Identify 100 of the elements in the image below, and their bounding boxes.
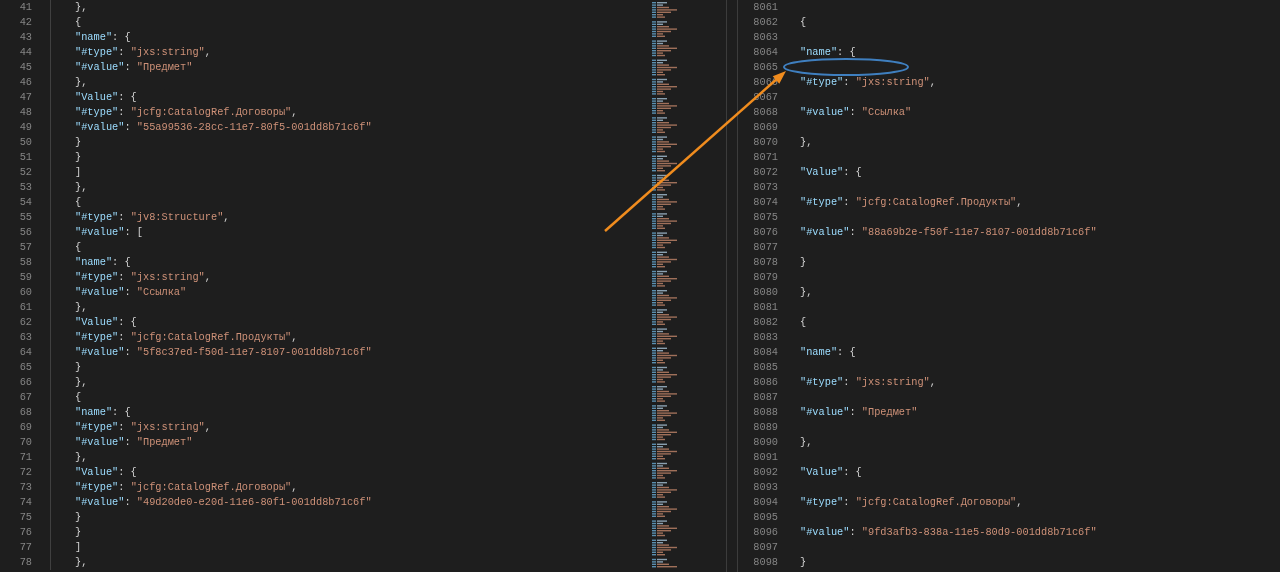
line-number: 8063 [753, 31, 778, 43]
code-line: "Value": { [800, 466, 862, 478]
line-number: 73 [19, 481, 32, 493]
line-number: 63 [19, 331, 32, 343]
line-number: 8090 [753, 436, 778, 448]
line-number: 8076 [753, 226, 778, 238]
line-number: 44 [19, 46, 32, 58]
code-line: }, [800, 136, 813, 148]
line-number: 8078 [753, 256, 778, 268]
code-line: "#type": "jxs:string", [75, 46, 211, 58]
line-number: 65 [19, 361, 32, 373]
line-number: 53 [19, 181, 32, 193]
line-number: 56 [19, 226, 32, 238]
code-line: }, [75, 376, 88, 388]
line-number: 52 [19, 166, 32, 178]
line-number: 42 [19, 16, 32, 28]
line-number: 59 [19, 271, 32, 283]
line-number: 8098 [753, 556, 778, 568]
line-number: 77 [19, 541, 32, 553]
code-line: "name": { [75, 31, 131, 43]
line-number: 8088 [753, 406, 778, 418]
line-number: 70 [19, 436, 32, 448]
line-number: 51 [19, 151, 32, 163]
line-number: 74 [19, 496, 32, 508]
line-number: 8087 [753, 391, 778, 403]
code-line: "name": { [75, 406, 131, 418]
code-line: { [75, 16, 82, 28]
code-line: }, [75, 181, 88, 193]
code-line: "#value": "9fd3afb3-838a-11e5-80d9-001dd8b71c6f" [800, 526, 1097, 538]
line-number: 76 [19, 526, 32, 538]
line-number: 67 [19, 391, 32, 403]
line-number: 41 [19, 1, 32, 13]
line-number: 8096 [753, 526, 778, 538]
line-number: 8062 [753, 16, 778, 28]
code-line: "#type": "jxs:string", [800, 376, 936, 388]
code-line: "#value": "49d20de0-e20d-11e6-80f1-001dd8b71c6f" [75, 496, 372, 508]
line-number: 78 [19, 556, 32, 568]
line-number: 8094 [753, 496, 778, 508]
line-number: 64 [19, 346, 32, 358]
code-line: } [75, 151, 82, 163]
code-line: "#type": "jcfg:CatalogRef.Продукты", [800, 196, 1023, 208]
code-line: "Value": { [800, 166, 862, 178]
code-line: "#value": "Предмет" [75, 436, 193, 448]
code-line: "#type": "jcfg:CatalogRef.Договоры", [75, 481, 298, 493]
code-line: ] [75, 166, 82, 178]
line-number: 8079 [753, 271, 778, 283]
line-number: 66 [19, 376, 32, 388]
line-number: 58 [19, 256, 32, 268]
line-number: 8092 [753, 466, 778, 478]
line-number: 69 [19, 421, 32, 433]
line-number: 54 [19, 196, 32, 208]
code-line: { [75, 196, 82, 208]
code-line: "#value": "Ссылка" [800, 106, 912, 118]
code-line: "name": { [75, 256, 131, 268]
line-number: 8061 [753, 1, 778, 13]
line-number: 8068 [753, 106, 778, 118]
line-number: 48 [19, 106, 32, 118]
line-number: 8097 [753, 541, 778, 553]
code-line: "#type": "jcfg:CatalogRef.Договоры", [75, 106, 298, 118]
code-line: { [75, 391, 82, 403]
line-number: 47 [19, 91, 32, 103]
line-number: 8073 [753, 181, 778, 193]
code-line: }, [800, 286, 813, 298]
code-line: "Value": { [75, 466, 137, 478]
line-number: 61 [19, 301, 32, 313]
code-line: "#value": "Ссылка" [75, 286, 187, 298]
line-number: 8070 [753, 136, 778, 148]
line-number: 8086 [753, 376, 778, 388]
code-line: "#type": "jxs:string", [75, 421, 211, 433]
code-line: ] [75, 541, 82, 553]
line-number: 8095 [753, 511, 778, 523]
code-line: "#type": "jcfg:CatalogRef.Договоры", [800, 496, 1023, 508]
line-number: 8081 [753, 301, 778, 313]
line-number: 8084 [753, 346, 778, 358]
code-line: "name": { [800, 346, 856, 358]
line-number: 60 [19, 286, 32, 298]
code-line: "name": { [800, 46, 856, 58]
code-line: "#type": "jcfg:CatalogRef.Продукты", [75, 331, 298, 343]
line-number: 68 [19, 406, 32, 418]
line-number: 8091 [753, 451, 778, 463]
code-line: "#value": "Предмет" [75, 61, 193, 73]
code-line: } [75, 136, 82, 148]
code-line: "#value": "88a69b2e-f50f-11e7-8107-001dd8b71c6f" [800, 226, 1097, 238]
line-number: 8064 [753, 46, 778, 58]
line-number: 45 [19, 61, 32, 73]
code-line: { [75, 241, 82, 253]
code-line: } [75, 511, 82, 523]
code-line: "#value": "55a99536-28cc-11e7-80f5-001dd8b71c6f" [75, 121, 372, 133]
line-number: 8093 [753, 481, 778, 493]
code-line: }, [75, 556, 88, 568]
code-line: }, [75, 451, 88, 463]
line-number: 8077 [753, 241, 778, 253]
line-number: 62 [19, 316, 32, 328]
line-number: 55 [19, 211, 32, 223]
line-number: 8075 [753, 211, 778, 223]
line-number: 8071 [753, 151, 778, 163]
line-number: 57 [19, 241, 32, 253]
code-line: "Value": { [75, 91, 137, 103]
line-number: 8080 [753, 286, 778, 298]
line-number: 71 [19, 451, 32, 463]
